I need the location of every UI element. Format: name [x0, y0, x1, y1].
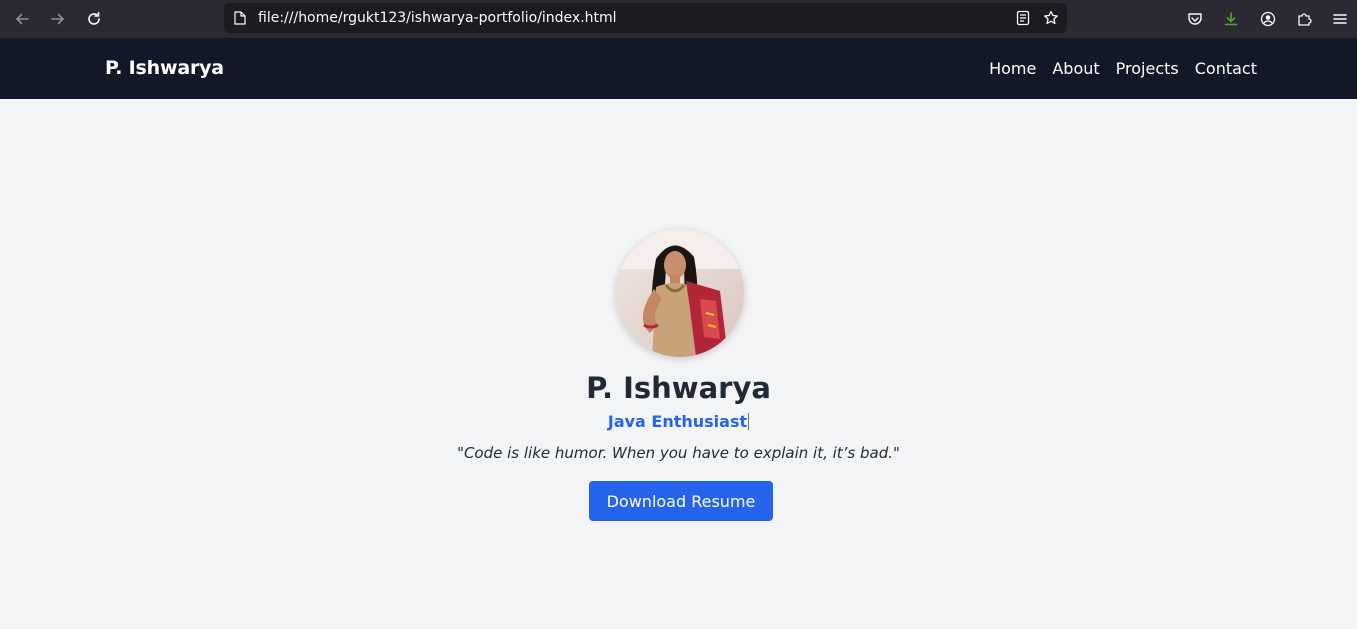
profile-photo-illustration — [616, 229, 744, 357]
pocket-button[interactable] — [1181, 5, 1209, 33]
account-icon — [1260, 11, 1276, 27]
site-header: P. Ishwarya Home About Projects Contact — [0, 38, 1357, 99]
url-bar[interactable]: file:///home/rgukt123/ishwarya-portfolio… — [224, 3, 1067, 33]
typing-cursor — [748, 413, 750, 430]
reload-button[interactable] — [80, 5, 108, 33]
forward-button[interactable] — [44, 5, 72, 33]
downloads-button[interactable] — [1217, 5, 1245, 33]
browser-toolbar: file:///home/rgukt123/ishwarya-portfolio… — [0, 0, 1357, 38]
pocket-icon — [1188, 13, 1202, 25]
main-nav: Home About Projects Contact — [989, 59, 1257, 78]
hero-section: P. Ishwarya Java Enthusiast "Code is lik… — [0, 99, 1357, 629]
nav-home[interactable]: Home — [989, 59, 1036, 78]
role-line: Java Enthusiast — [0, 412, 1357, 431]
account-button[interactable] — [1254, 5, 1282, 33]
profile-photo — [616, 229, 744, 357]
download-icon — [1224, 12, 1238, 26]
reload-icon — [88, 11, 100, 25]
back-button[interactable] — [8, 5, 36, 33]
hero-quote: "Code is like humor. When you have to ex… — [457, 444, 900, 462]
nav-about[interactable]: About — [1052, 59, 1099, 78]
nav-projects[interactable]: Projects — [1116, 59, 1179, 78]
download-resume-button[interactable]: Download Resume — [589, 481, 773, 521]
hero-name: P. Ishwarya — [586, 371, 771, 405]
extensions-button[interactable] — [1290, 5, 1318, 33]
bookmark-star-icon[interactable] — [1043, 10, 1059, 26]
url-text[interactable]: file:///home/rgukt123/ishwarya-portfolio… — [258, 10, 617, 26]
page-icon — [234, 11, 246, 25]
forward-icon — [51, 13, 64, 25]
back-icon — [16, 13, 29, 25]
reader-view-icon[interactable] — [1015, 10, 1031, 26]
hero-role: Java Enthusiast — [607, 412, 748, 431]
nav-contact[interactable]: Contact — [1195, 59, 1257, 78]
menu-icon — [1333, 14, 1347, 24]
brand-logo[interactable]: P. Ishwarya — [105, 57, 224, 79]
app-menu-button[interactable] — [1326, 5, 1354, 33]
extensions-icon — [1298, 13, 1312, 26]
